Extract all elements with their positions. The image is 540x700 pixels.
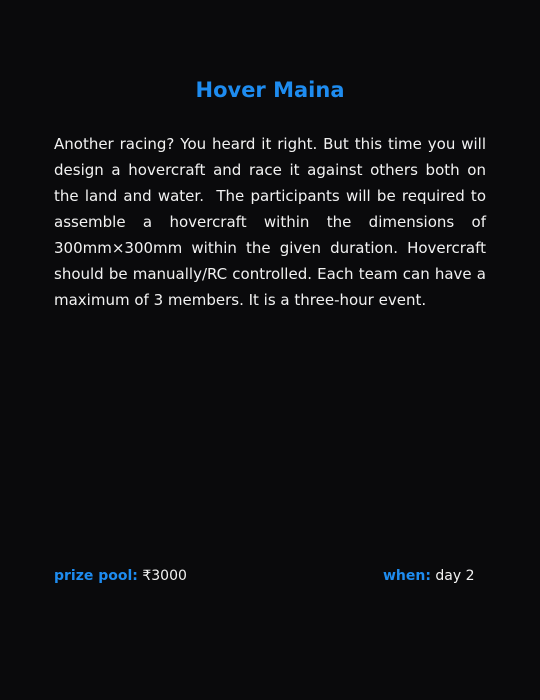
event-date-info: when: day 2 — [383, 565, 475, 587]
event-card: Hover Maina Another racing? You heard it… — [0, 0, 540, 700]
prize-pool-info: prize pool: ₹3000 — [54, 565, 187, 587]
when-value: day 2 — [435, 568, 475, 584]
event-description: Another racing? You heard it right. But … — [54, 135, 491, 309]
when-label: when: — [383, 568, 431, 584]
prize-pool-label: prize pool: — [54, 568, 138, 584]
event-title: Hover Maina — [195, 78, 345, 102]
prize-pool-value: ₹3000 — [142, 568, 187, 584]
